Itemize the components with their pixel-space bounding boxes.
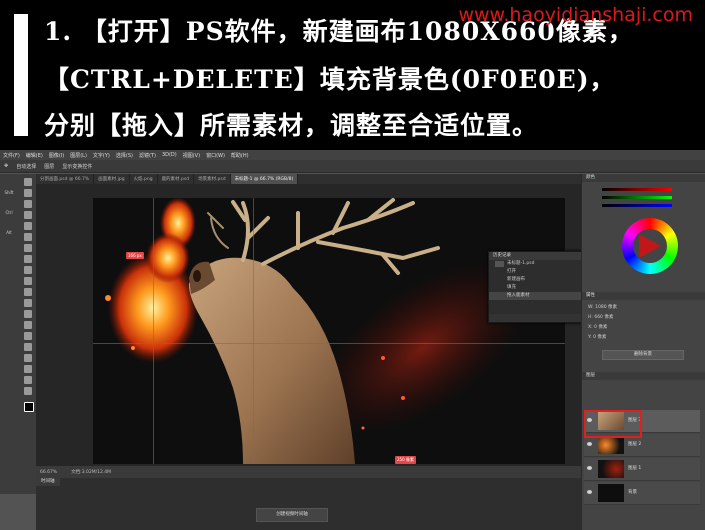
layer-row[interactable]: 图层 1: [584, 458, 700, 481]
layer-name: 图层 1: [628, 466, 642, 471]
shift-key-label: Shift: [4, 190, 14, 195]
timeline-tab[interactable]: 时间轴: [36, 478, 60, 486]
move-tool-icon[interactable]: [24, 178, 32, 186]
pen-tool-icon[interactable]: [24, 332, 32, 340]
caption-accent-bar: [14, 14, 28, 136]
stamp-tool-icon[interactable]: [24, 266, 32, 274]
color-panel-title[interactable]: 颜色: [582, 174, 705, 182]
dodge-tool-icon[interactable]: [24, 321, 32, 329]
doc-size: 文档:3.02M/12.4M: [71, 470, 112, 475]
prop-x[interactable]: X: 0 像素: [588, 324, 607, 330]
move-tool-icon[interactable]: ✥: [4, 163, 8, 169]
quick-select-tool-icon[interactable]: [24, 211, 32, 219]
document-tabs: 分割画面.psd @ 66.7% 画面素材.jpg 火焰.png 鹿的素材.ps…: [36, 174, 581, 184]
doc-tab[interactable]: 场景素材.psd: [194, 174, 231, 184]
color-wheel[interactable]: [622, 218, 678, 274]
guide-line[interactable]: [93, 343, 565, 344]
doc-tab[interactable]: 火焰.png: [130, 174, 158, 184]
menu-window[interactable]: 窗口(W): [206, 152, 225, 159]
guide-line[interactable]: [153, 198, 154, 464]
menu-layer[interactable]: 图层(L): [70, 152, 87, 159]
guide-line[interactable]: [253, 198, 254, 464]
healing-tool-icon[interactable]: [24, 244, 32, 252]
properties-panel-title[interactable]: 属性: [582, 292, 705, 300]
path-select-tool-icon[interactable]: [24, 354, 32, 362]
ctrl-key-label: Ctrl: [5, 210, 13, 215]
shape-tool-icon[interactable]: [24, 365, 32, 373]
artboard[interactable]: 166 px 250 像素: [93, 198, 565, 464]
layer-name: 图层 2: [628, 442, 642, 447]
layers-panel-title[interactable]: 图层: [582, 372, 705, 380]
tutorial-caption: 1. 【打开】PS软件，新建画布1080X660像素， 【CTRL+DELETE…: [0, 0, 705, 150]
remove-background-button[interactable]: 删除背景: [602, 350, 684, 360]
caption-line-2: 【CTRL+DELETE】填充背景色(0F0E0E)，: [44, 65, 616, 94]
prop-y[interactable]: Y: 0 像素: [588, 334, 606, 340]
menu-bar: 文件(F) 编辑(E) 图像(I) 图层(L) 文字(Y) 选择(S) 滤镜(T…: [0, 150, 705, 160]
prop-height[interactable]: H: 660 像素: [588, 314, 613, 320]
alt-key-label: Alt: [6, 230, 12, 235]
canvas-area[interactable]: 166 px 250 像素 历史记录 未标题-1.psd 打开 新建画布 填充 …: [36, 184, 615, 466]
zoom-level[interactable]: 66.67%: [40, 470, 57, 475]
highlight-box: [584, 410, 642, 438]
caption-line-3: 分别【拖入】所需素材，调整至合适位置。: [44, 111, 539, 140]
type-tool-icon[interactable]: [24, 343, 32, 351]
right-panels: 颜色 属性 W: 1080 像素 H: 660 像素 X: 0 像素 Y: 0 …: [581, 174, 705, 530]
show-transform-option[interactable]: 显示变换控件: [62, 163, 92, 170]
blur-tool-icon[interactable]: [24, 310, 32, 318]
menu-edit[interactable]: 编辑(E): [26, 152, 43, 159]
eraser-tool-icon[interactable]: [24, 288, 32, 296]
measure-tag: 166 px: [126, 252, 144, 259]
layer-name: 背景: [628, 490, 637, 495]
menu-type[interactable]: 文字(Y): [93, 152, 110, 159]
marquee-tool-icon[interactable]: [24, 189, 32, 197]
snapshot-thumb-icon: [495, 261, 504, 267]
doc-tab[interactable]: 鹿的素材.psd: [158, 174, 195, 184]
tools-panel: Shift Ctrl Alt: [0, 174, 36, 494]
crop-tool-icon[interactable]: [24, 222, 32, 230]
timeline-panel: 时间轴 创建视频时间轴: [36, 478, 581, 530]
doc-tab[interactable]: 分割画面.psd @ 66.7%: [36, 174, 95, 184]
menu-file[interactable]: 文件(F): [3, 152, 20, 159]
color-slider-g[interactable]: [602, 196, 672, 199]
layer-thumb: [598, 460, 624, 478]
prop-width[interactable]: W: 1080 像素: [588, 304, 617, 310]
zoom-tool-icon[interactable]: [24, 387, 32, 395]
color-triangle-icon[interactable]: [639, 234, 661, 258]
brush-tool-icon[interactable]: [24, 255, 32, 263]
menu-image[interactable]: 图像(I): [49, 152, 64, 159]
lasso-tool-icon[interactable]: [24, 200, 32, 208]
foreground-color-swatch[interactable]: [24, 402, 34, 412]
visibility-eye-icon[interactable]: [587, 490, 592, 494]
visibility-eye-icon[interactable]: [587, 466, 592, 470]
color-slider-b[interactable]: [602, 204, 672, 207]
layer-row[interactable]: 背景: [584, 482, 700, 505]
menu-filter[interactable]: 滤镜(T): [139, 152, 156, 159]
create-video-timeline-button[interactable]: 创建视频时间轴: [256, 508, 328, 522]
menu-help[interactable]: 帮助(H): [231, 152, 249, 159]
history-brush-tool-icon[interactable]: [24, 277, 32, 285]
color-slider-r[interactable]: [602, 188, 672, 191]
auto-select-option[interactable]: 自动选择: [16, 163, 36, 170]
menu-3d[interactable]: 3D(D): [162, 152, 177, 158]
eyedropper-tool-icon[interactable]: [24, 233, 32, 241]
status-bar: 66.67% 文档:3.02M/12.4M: [36, 466, 581, 478]
measure-tag: 250 像素: [395, 456, 416, 464]
menu-select[interactable]: 选择(S): [116, 152, 133, 159]
watermark: www.haoyidianshaji.com: [458, 4, 693, 26]
layer-option[interactable]: 图层: [44, 163, 54, 170]
scene-artwork: [105, 198, 528, 464]
hand-tool-icon[interactable]: [24, 376, 32, 384]
doc-tab-active[interactable]: 未标题-1 @ 66.7% (RGB/8): [230, 174, 299, 184]
doc-tab[interactable]: 画面素材.jpg: [94, 174, 130, 184]
visibility-eye-icon[interactable]: [587, 442, 592, 446]
photoshop-window: 文件(F) 编辑(E) 图像(I) 图层(L) 文字(Y) 选择(S) 滤镜(T…: [0, 150, 705, 530]
menu-view[interactable]: 视图(V): [183, 152, 200, 159]
gradient-tool-icon[interactable]: [24, 299, 32, 307]
options-bar: ✥ 自动选择 图层 显示变换控件: [0, 160, 705, 173]
layer-thumb: [598, 484, 624, 502]
layer-thumb: [598, 436, 624, 454]
